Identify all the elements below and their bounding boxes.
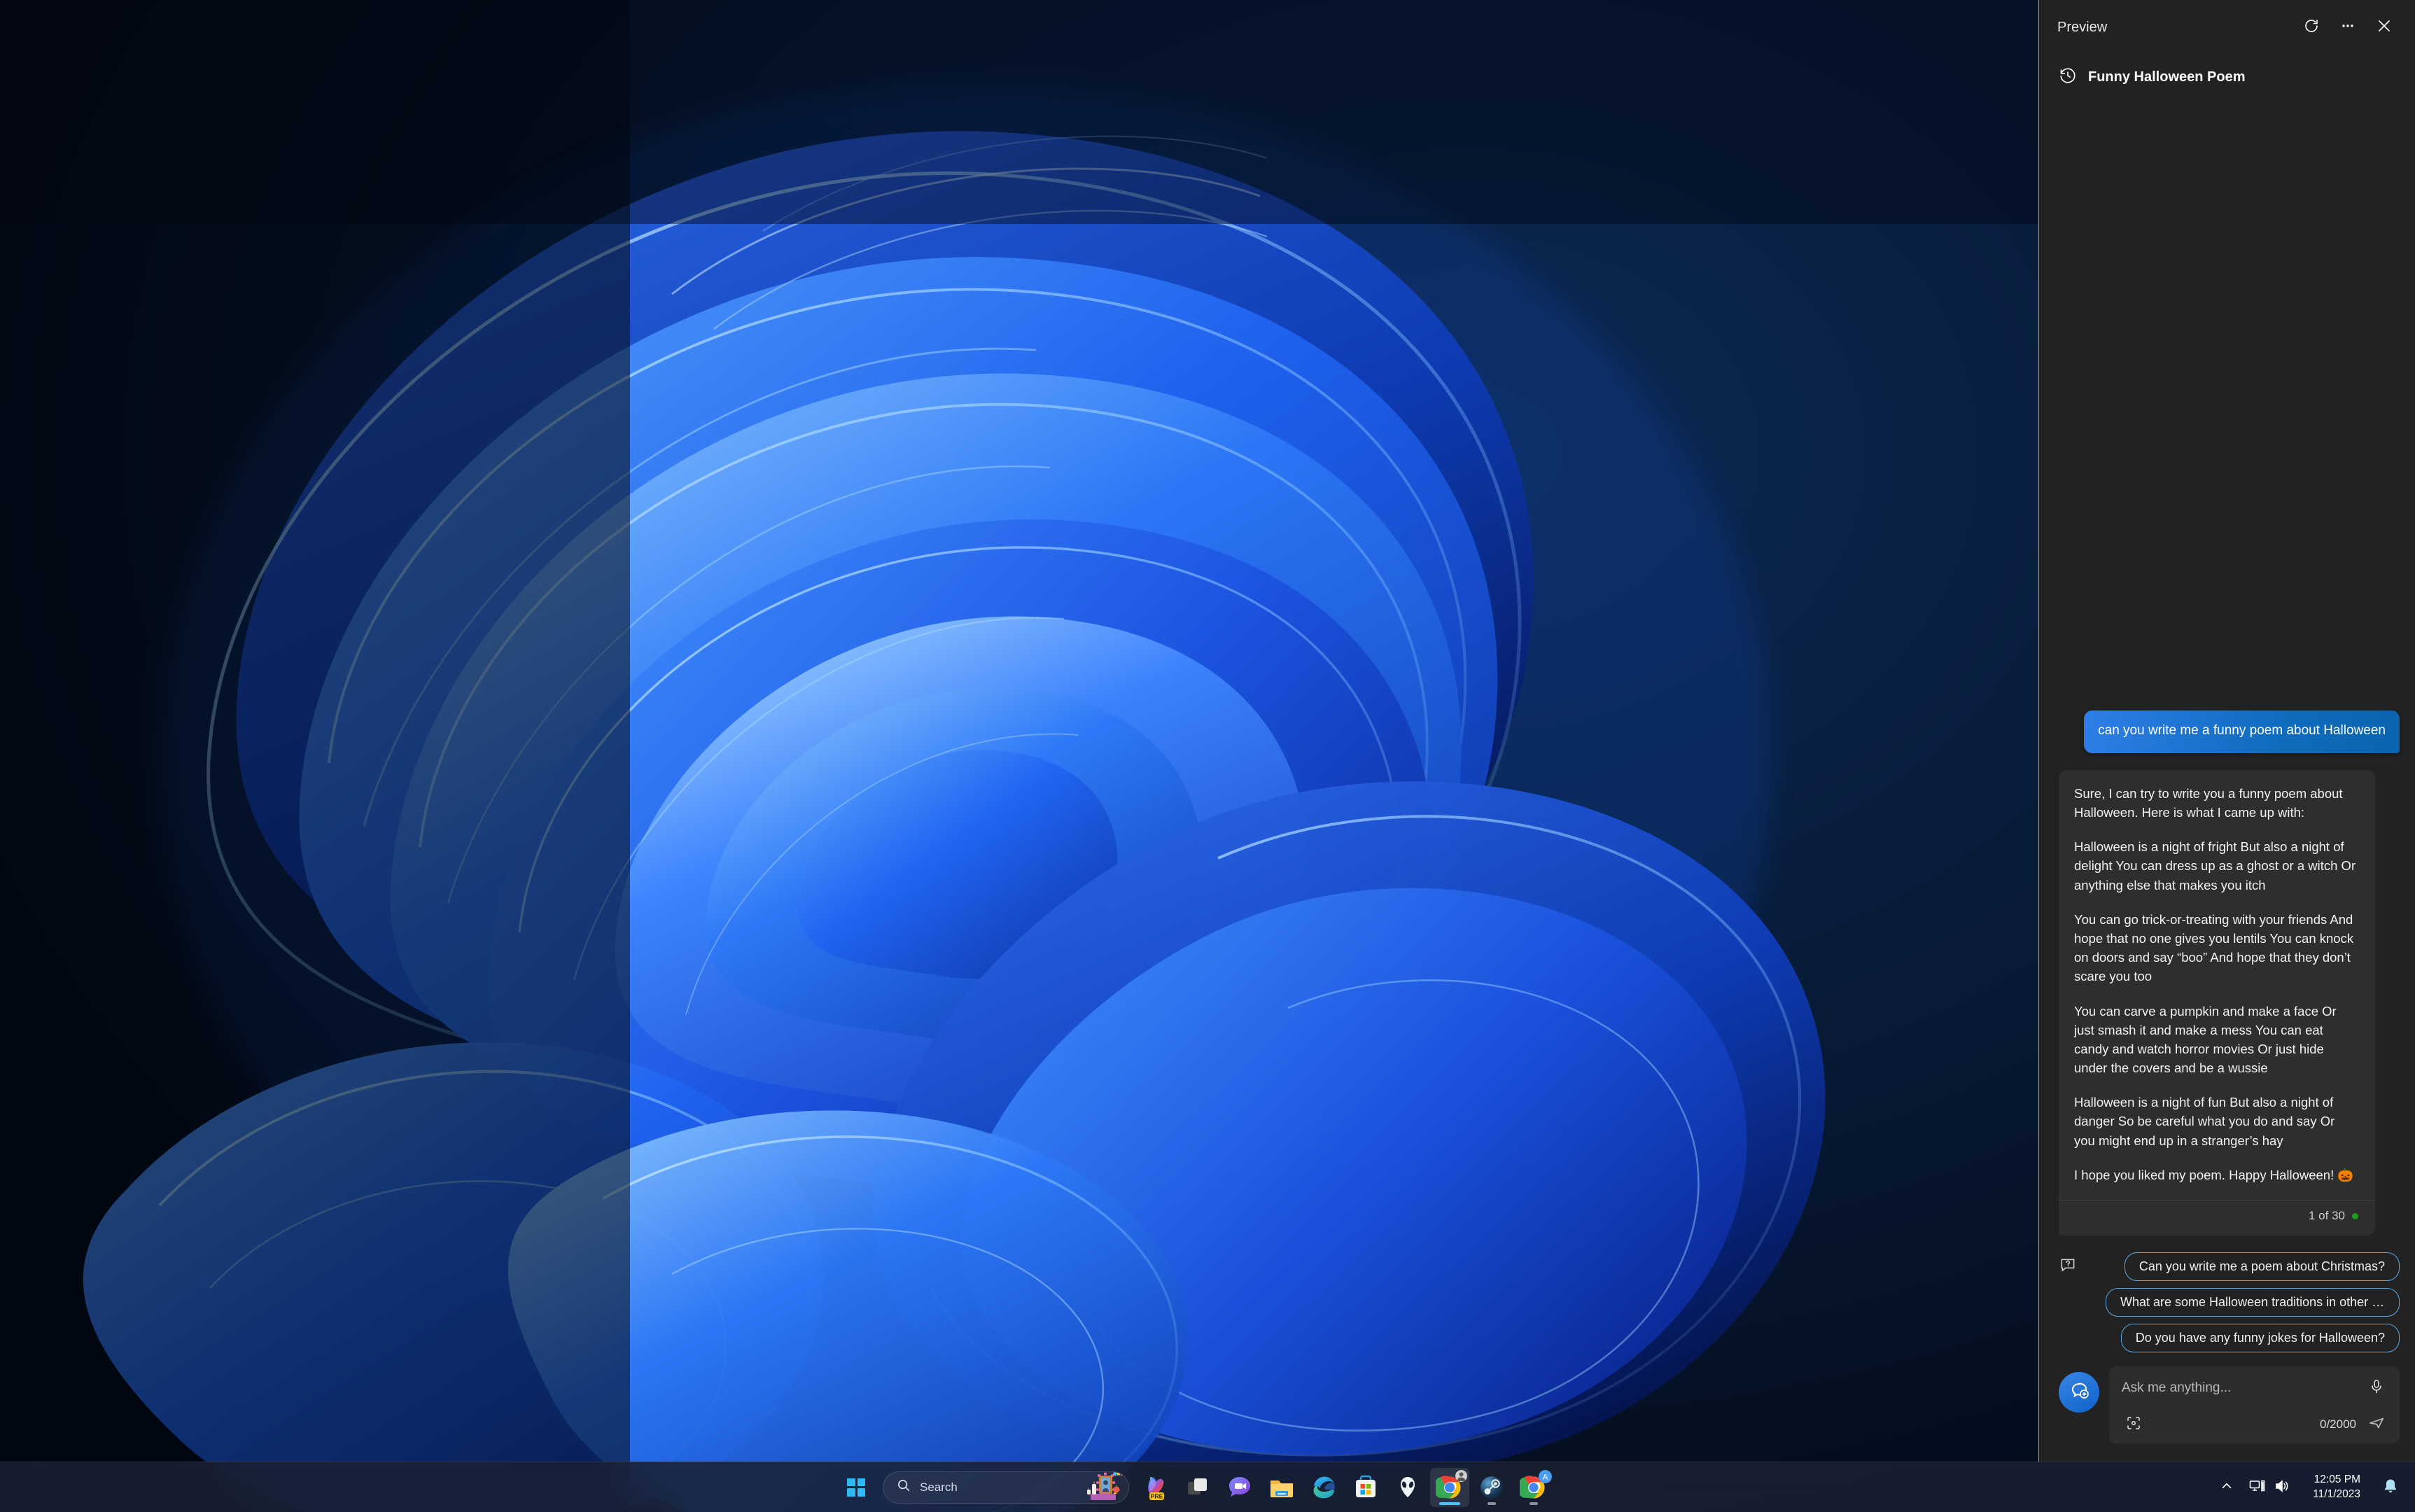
taskbar-app-file-explorer[interactable] [1262,1468,1301,1507]
more-options-button[interactable] [2330,9,2366,46]
taskbar-app-google-chrome[interactable] [1430,1467,1469,1507]
taskbar-app-steam[interactable] [1472,1468,1511,1507]
status-indicator-dot [2352,1212,2358,1219]
alienware-icon [1401,1476,1415,1497]
thread-header[interactable]: Funny Halloween Poem [2039,55,2415,94]
more-options-icon [2339,18,2356,38]
panel-header: Preview [2039,0,2415,55]
taskbar-app-alienware-command-center[interactable] [1388,1468,1427,1507]
steam-icon [1480,1476,1503,1499]
dia-de-muertos-altar-illustration [1081,1471,1124,1503]
microsoft-store-icon [1356,1475,1376,1497]
taskbar-app-microsoft-store[interactable] [1346,1468,1385,1507]
input-bottom-row: 0/2000 [2122,1413,2388,1436]
new-chat-button[interactable] [2059,1372,2099,1413]
running-indicator [1439,1502,1460,1505]
input-container[interactable]: 0/2000 [2109,1366,2400,1443]
microsoft-edge-icon [1313,1476,1335,1498]
close-button[interactable] [2366,9,2402,46]
taskbar-app-google-chrome-profile-a[interactable]: A [1514,1468,1553,1507]
taskbar: Search PRE A 12:05 PM 11/1/2023 [0,1462,2415,1512]
new-chat-icon [2068,1380,2090,1406]
notifications-button[interactable] [2376,1469,2405,1506]
microphone-icon [2368,1378,2385,1399]
show-hidden-icons-button[interactable] [2213,1469,2240,1506]
microphone-button[interactable] [2365,1376,2388,1400]
taskbar-app-chat[interactable] [1220,1468,1259,1507]
suggested-prompts: Can you write me a poem about Christmas?… [2039,1242,2415,1359]
suggestion-row: Can you write me a poem about Christmas? [2059,1252,2400,1281]
running-indicator [1488,1502,1496,1505]
clock-button[interactable]: 12:05 PM 11/1/2023 [2300,1469,2373,1506]
assistant-message-bubble: Sure, I can try to write you a funny poe… [2059,769,2375,1236]
send-icon [2367,1414,2386,1436]
assistant-paragraph: I hope you liked my poem. Happy Hallowee… [2074,1167,2354,1182]
close-icon [2376,18,2393,38]
taskbar-app-copilot-preview[interactable]: PRE [1136,1468,1175,1507]
response-counter: 1 of 30 [2309,1209,2345,1222]
assistant-paragraph: You can carve a pumpkin and make a face … [2074,1003,2337,1076]
character-counter: 0/2000 [2320,1418,2356,1431]
network-display-icon [2248,1477,2267,1499]
start-button[interactable] [836,1468,876,1507]
suggestion-chip[interactable]: Do you have any funny jokes for Hallowee… [2120,1324,2400,1352]
input-row [2122,1376,2388,1400]
refresh-button[interactable] [2293,9,2330,46]
user-message-bubble: can you write me a funny poem about Hall… [2084,710,2400,753]
assistant-paragraph: Halloween is a night of fright But also … [2074,839,2356,892]
running-indicator [1530,1502,1538,1505]
network-button[interactable] [2243,1469,2297,1506]
svg-text:PRE: PRE [1151,1492,1163,1499]
profile-badge-a: A [1539,1469,1552,1483]
file-explorer-icon [1270,1480,1293,1497]
send-button[interactable] [2365,1413,2388,1436]
composer: 0/2000 [2039,1359,2415,1462]
bloom-wallpaper-art [0,0,2038,1512]
windows-logo-icon [847,1478,865,1497]
scan-camera-button[interactable] [2122,1413,2146,1436]
message-footer: 1 of 30 [2059,1200,2375,1230]
task-view-icon [1188,1478,1207,1494]
taskbar-app-task-view[interactable] [1178,1468,1217,1507]
history-clock-icon [2059,66,2077,88]
suggestion-chip[interactable]: What are some Halloween traditions in ot… [2106,1288,2400,1317]
refresh-icon [2303,18,2320,38]
question-chat-bubble-icon [2059,1256,2077,1278]
show-hidden-icons-chevron [2219,1478,2234,1497]
thread-title: Funny Halloween Poem [2088,69,2246,85]
copilot-panel: Preview Funny Halloween Poem can you wri… [2038,0,2415,1462]
ask-input[interactable] [2122,1380,2358,1396]
taskbar-app-microsoft-edge[interactable] [1304,1468,1343,1507]
assistant-paragraph: Sure, I can try to write you a funny poe… [2074,785,2343,820]
svg-text:A: A [1543,1473,1548,1481]
desktop-wallpaper [0,0,2038,1512]
notification-bell-icon [2381,1477,2400,1499]
clock: 12:05 PM 11/1/2023 [2306,1473,2367,1502]
chat-icon [1229,1476,1250,1497]
suggestion-chip[interactable]: Can you write me a poem about Christmas? [2124,1252,2400,1281]
scan-camera-icon [2125,1415,2142,1435]
assistant-paragraph: You can go trick-or-treating with your f… [2074,911,2354,984]
taskbar-center-group: Search PRE A [830,1462,1586,1512]
suggestion-row: Do you have any funny jokes for Hallowee… [2059,1324,2400,1352]
search-input[interactable]: Search [883,1471,1129,1504]
clock-time: 12:05 PM [2314,1474,2360,1486]
chat-message-list[interactable]: can you write me a funny poem about Hall… [2039,94,2415,1242]
panel-title: Preview [2057,19,2108,35]
assistant-paragraph: Halloween is a night of fun But also a n… [2074,1095,2335,1148]
volume-icon [2274,1477,2292,1499]
search-placeholder: Search [920,1480,958,1494]
copilot-icon: PRE [1148,1476,1164,1500]
avatar [1455,1469,1467,1482]
clock-date: 11/1/2023 [2313,1488,2360,1500]
system-tray: 12:05 PM 11/1/2023 [2213,1462,2405,1512]
search-icon [896,1478,911,1497]
suggestion-row: What are some Halloween traditions in ot… [2059,1288,2400,1317]
